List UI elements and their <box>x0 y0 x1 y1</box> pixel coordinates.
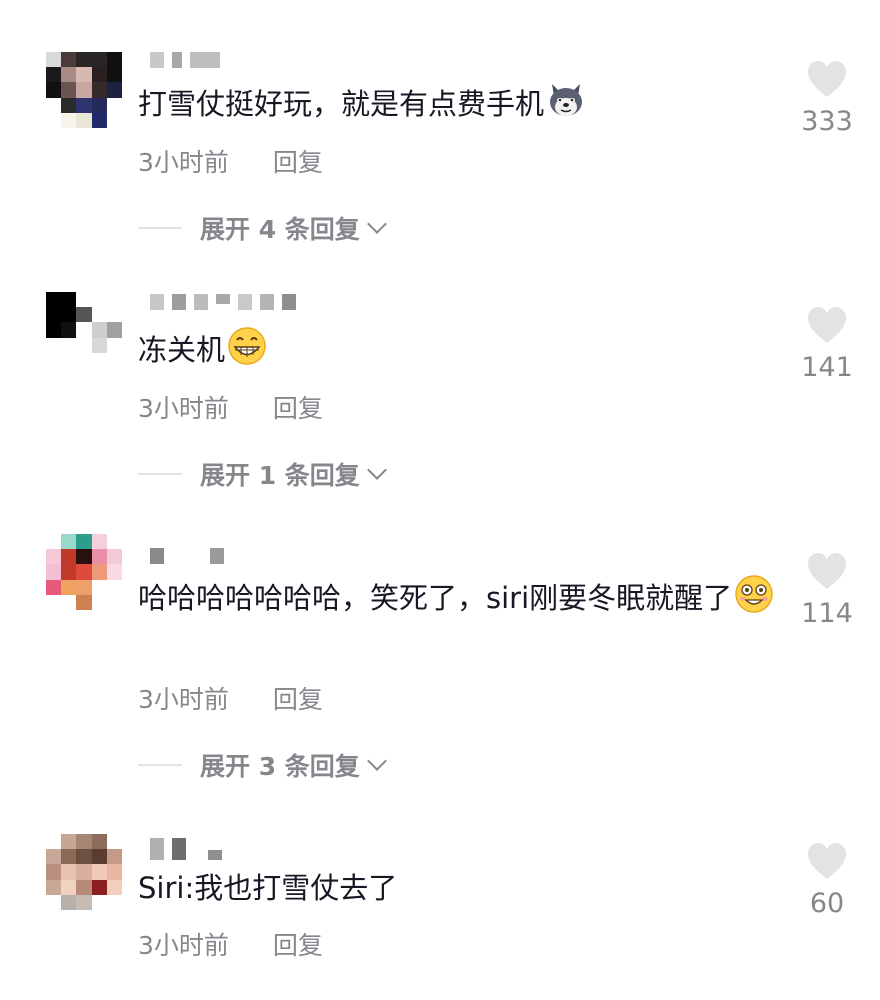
like-count: 141 <box>801 352 853 383</box>
chevron-down-icon <box>366 214 387 234</box>
divider-line <box>138 227 182 229</box>
comment-text-content: 哈哈哈哈哈哈哈，笑死了，siri刚要冬眠就醒了 <box>138 581 733 615</box>
username-pixelated[interactable] <box>150 52 220 68</box>
husky-emoji-icon <box>546 80 586 120</box>
like-button[interactable]: 333 <box>792 60 862 137</box>
expand-replies-button[interactable]: 展开 1 条回复 <box>138 456 387 492</box>
comment-time: 3小时前 <box>138 931 229 960</box>
comment-text: Siri:我也打雪仗去了 <box>138 866 778 910</box>
reply-button[interactable]: 回复 <box>273 143 323 179</box>
expand-replies-label: 展开 1 条回复 <box>200 461 360 490</box>
comment-text: 哈哈哈哈哈哈哈，笑死了，siri刚要冬眠就醒了 <box>138 574 778 621</box>
comment-meta: 3小时前 回复 <box>138 143 323 179</box>
comment-meta: 3小时前 回复 <box>138 926 323 962</box>
comment-text-content: 冻关机 <box>138 333 226 367</box>
comment-text-content: Siri:我也打雪仗去了 <box>138 871 398 905</box>
like-count: 114 <box>801 598 853 629</box>
avatar[interactable] <box>46 52 122 128</box>
heart-icon <box>808 843 846 879</box>
comment-text-content: 打雪仗挺好玩，就是有点费手机 <box>138 87 545 121</box>
avatar[interactable] <box>46 292 122 368</box>
expand-replies-button[interactable]: 展开 4 条回复 <box>138 210 387 246</box>
reply-button[interactable]: 回复 <box>273 389 323 425</box>
chevron-down-icon <box>366 751 387 771</box>
heart-icon <box>808 553 846 589</box>
username-pixelated[interactable] <box>150 838 222 860</box>
reply-button[interactable]: 回复 <box>273 926 323 962</box>
comment-time: 3小时前 <box>138 685 229 714</box>
heart-icon <box>808 61 846 97</box>
comment-time: 3小时前 <box>138 394 229 423</box>
divider-line <box>138 764 182 766</box>
silly-grin-emoji-icon <box>734 574 774 614</box>
avatar[interactable] <box>46 534 122 610</box>
heart-icon <box>808 307 846 343</box>
comment-text: 打雪仗挺好玩，就是有点费手机 <box>138 80 778 126</box>
like-button[interactable]: 60 <box>792 842 862 919</box>
chevron-down-icon <box>366 460 387 480</box>
expand-replies-label: 展开 4 条回复 <box>200 215 360 244</box>
like-count: 333 <box>801 106 853 137</box>
grin-emoji-icon <box>227 326 267 366</box>
like-count: 60 <box>809 888 845 919</box>
like-button[interactable]: 141 <box>792 306 862 383</box>
comment-time: 3小时前 <box>138 148 229 177</box>
avatar[interactable] <box>46 834 122 910</box>
comment-meta: 3小时前 回复 <box>138 389 323 425</box>
comment-meta: 3小时前 回复 <box>138 680 323 716</box>
comment-text: 冻关机 <box>138 326 778 372</box>
reply-button[interactable]: 回复 <box>273 680 323 716</box>
username-pixelated[interactable] <box>150 294 296 310</box>
expand-replies-button[interactable]: 展开 3 条回复 <box>138 747 387 783</box>
username-pixelated[interactable] <box>150 548 224 564</box>
expand-replies-label: 展开 3 条回复 <box>200 752 360 781</box>
like-button[interactable]: 114 <box>792 552 862 629</box>
divider-line <box>138 473 182 475</box>
